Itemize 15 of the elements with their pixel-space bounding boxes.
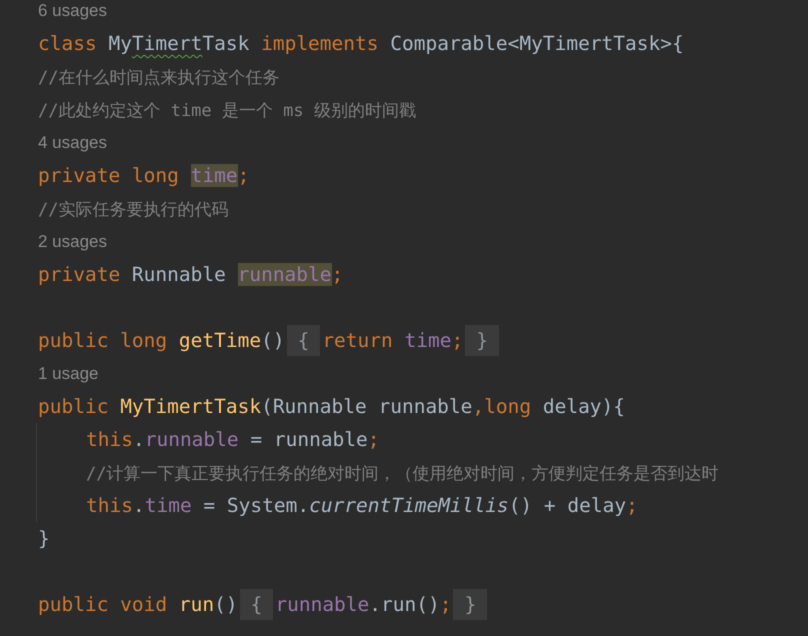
code-line: private Runnable runnable; [38, 263, 344, 286]
code-line: this.time = System.currentTimeMillis() + delay; [86, 494, 638, 517]
code-line: private long time; [38, 164, 250, 187]
code-line: public MyTimertTask(Runnable runnable,long delay){ [38, 395, 626, 418]
code-line: } [38, 527, 50, 550]
code-line: this.runnable = runnable; [86, 428, 380, 451]
code-line: //计算一下真正要执行任务的绝对时间，（使用绝对时间，方便判定任务是否到达时 [86, 462, 718, 484]
usage-hint[interactable]: 2 usages [38, 232, 107, 252]
usage-hint[interactable]: 1 usage [38, 364, 98, 384]
code-line: class MyTimertTask implements Comparable<MyTimertTask>{ [38, 32, 684, 55]
code-line: //实际任务要执行的代码 [38, 198, 228, 220]
usage-hint[interactable]: 4 usages [38, 132, 107, 152]
code-line: //此处约定这个 time 是一个 ms 级别的时间戳 [38, 100, 416, 122]
usage-hint[interactable]: 6 usages [38, 0, 107, 20]
code-line: //在什么时间点来执行这个任务 [38, 66, 280, 88]
